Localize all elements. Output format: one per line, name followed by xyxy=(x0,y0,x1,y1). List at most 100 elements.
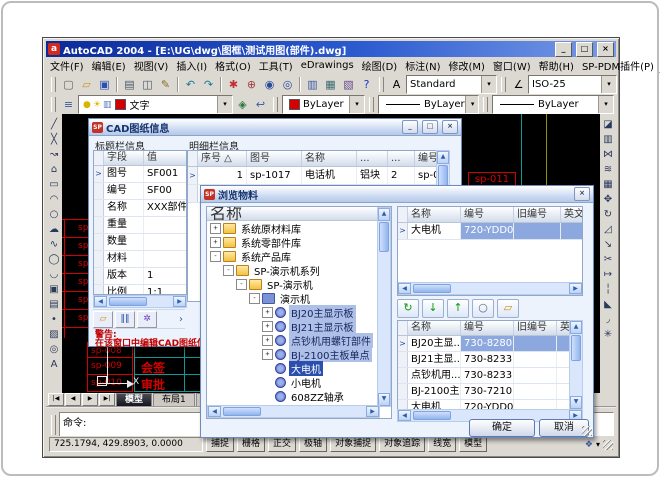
tab-last-button[interactable]: ▶| xyxy=(99,393,115,406)
menu-insert[interactable]: 插入(I) xyxy=(172,58,211,73)
pan-icon[interactable]: ✱ xyxy=(225,76,242,93)
make-layer-current-icon[interactable]: ◈ xyxy=(234,96,251,113)
table-row[interactable]: 比例 1:1 xyxy=(94,285,186,295)
scroll-left-icon[interactable]: ◀ xyxy=(208,406,221,417)
table-row[interactable]: BJ21主显... 730-8233... xyxy=(398,352,570,368)
properties-icon[interactable]: ▥ xyxy=(304,76,321,93)
plot-icon[interactable]: ▤ xyxy=(121,76,138,93)
ellipse-arc-icon[interactable]: ◡ xyxy=(47,267,62,282)
toolbar-overflow-icon[interactable]: › xyxy=(179,314,183,325)
toolbar-grip[interactable] xyxy=(379,77,384,92)
circle-icon[interactable]: ○ xyxy=(47,207,62,222)
layers-manager-icon[interactable]: ≡ xyxy=(60,96,77,113)
horizontal-scrollbar[interactable]: ◀ ▶ xyxy=(93,295,187,308)
expand-icon[interactable]: - xyxy=(249,293,260,304)
region-icon[interactable]: ◎ xyxy=(47,342,62,357)
lineweight-combo[interactable]: ByLayer ▾ xyxy=(492,95,614,114)
expand-icon[interactable]: + xyxy=(262,307,273,318)
scroll-up-icon[interactable]: ▲ xyxy=(437,151,449,164)
scrollbar-thumb[interactable] xyxy=(379,222,389,252)
expand-icon[interactable]: + xyxy=(262,321,273,332)
scrollbar-thumb[interactable] xyxy=(223,407,261,416)
expand-icon[interactable]: - xyxy=(210,251,221,262)
chevron-down-icon[interactable]: ▾ xyxy=(481,76,496,93)
table-row[interactable]: > 图号 SF001 xyxy=(94,166,186,183)
break-icon[interactable]: ╎ xyxy=(601,282,616,297)
chevron-down-icon[interactable]: ▾ xyxy=(349,96,364,113)
tree-item[interactable]: +BJ21主显示板 xyxy=(207,319,391,333)
rotate-icon[interactable]: ↻ xyxy=(601,207,616,222)
search-icon[interactable]: ○ xyxy=(472,299,494,318)
tree-item[interactable]: +系统零部件库 xyxy=(207,235,391,249)
toolbar-grip[interactable] xyxy=(51,97,56,112)
dialog-close-button[interactable]: × xyxy=(442,120,458,134)
undo-icon[interactable]: ↶ xyxy=(182,76,199,93)
menu-edrawings[interactable]: eDrawings xyxy=(297,60,358,71)
make-block-icon[interactable]: ▤ xyxy=(47,297,62,312)
zoom-previous-icon[interactable]: ◎ xyxy=(279,76,296,93)
zoom-realtime-icon[interactable]: ⊕ xyxy=(243,76,260,93)
table-row[interactable]: 编号 SF00 xyxy=(94,183,186,200)
table-row[interactable]: > 1 sp-1017 电话机 铝块 2 sp-017 xyxy=(188,167,436,185)
add-icon[interactable]: ✲ xyxy=(137,311,157,328)
trim-icon[interactable]: ✂ xyxy=(601,252,616,267)
ok-button[interactable]: 确定 xyxy=(469,419,535,437)
chevron-down-icon[interactable]: ▾ xyxy=(465,96,479,113)
menu-tools[interactable]: 工具(T) xyxy=(255,58,297,73)
tab-next-button[interactable]: ▶ xyxy=(82,393,98,406)
command-grip[interactable] xyxy=(51,415,56,435)
menu-draw[interactable]: 绘图(D) xyxy=(358,58,402,73)
horizontal-scrollbar[interactable]: ◀ ▶ xyxy=(398,282,582,295)
grid-toggle[interactable]: 栅格 xyxy=(237,437,265,452)
move-up-icon[interactable]: ↑ xyxy=(447,299,469,318)
layer-lock-icon[interactable]: ▥ xyxy=(103,100,112,110)
barcode-icon[interactable]: ‖‖ xyxy=(115,311,135,328)
tree-item[interactable]: -演示机 xyxy=(207,291,391,305)
chamfer-icon[interactable]: ◣ xyxy=(601,297,616,312)
point-icon[interactable]: • xyxy=(47,312,62,327)
construction-line-icon[interactable]: ╳ xyxy=(47,132,62,147)
menu-modify[interactable]: 修改(M) xyxy=(444,58,488,73)
resize-grip[interactable] xyxy=(603,440,613,450)
dialog-close-button[interactable]: × xyxy=(574,187,590,201)
dialog-maximize-button[interactable]: □ xyxy=(422,120,438,134)
minimize-button[interactable]: _ xyxy=(555,42,572,57)
toolbar-grip[interactable] xyxy=(51,77,56,92)
toolpalettes-icon[interactable]: ▧ xyxy=(340,76,357,93)
scroll-right-icon[interactable]: ▶ xyxy=(569,283,582,294)
toolbar-grip[interactable] xyxy=(273,97,278,112)
scroll-down-icon[interactable]: ▼ xyxy=(570,396,582,409)
tree-item[interactable]: +BJ-2100主板单点 xyxy=(207,347,391,361)
copy-icon[interactable]: ▥ xyxy=(601,132,616,147)
cad-info-titlebar[interactable]: SP CAD图纸信息 _ □ × xyxy=(89,119,461,136)
menu-help[interactable]: 帮助(H) xyxy=(535,58,578,73)
horizontal-scrollbar[interactable]: ◀ ▶ xyxy=(207,405,380,418)
comm-center-icon[interactable]: ❖ xyxy=(585,440,593,450)
polyline-icon[interactable]: ↝ xyxy=(47,147,62,162)
toolbar-grip[interactable] xyxy=(501,77,506,92)
insert-block-icon[interactable]: ▣ xyxy=(47,282,62,297)
table-row[interactable]: BJ-2100主... 730-7210... xyxy=(398,384,570,400)
expand-icon[interactable]: + xyxy=(210,223,221,234)
designcenter-icon[interactable]: ▦ xyxy=(322,76,339,93)
refresh-icon[interactable]: ↻ xyxy=(397,299,419,318)
dialog-minimize-button[interactable]: _ xyxy=(402,120,418,134)
table-row[interactable]: 点钞机用... 730-8233... xyxy=(398,368,570,384)
mtext-icon[interactable]: A xyxy=(47,357,62,372)
mirror-icon[interactable]: ⋈ xyxy=(601,147,616,162)
scrollbar-thumb[interactable] xyxy=(413,411,451,420)
polar-toggle[interactable]: 极轴 xyxy=(299,437,327,452)
scroll-left-icon[interactable]: ◀ xyxy=(398,410,411,421)
expand-icon[interactable]: + xyxy=(262,349,273,360)
extend-icon[interactable]: ↦ xyxy=(601,267,616,282)
move-icon[interactable]: ✥ xyxy=(601,192,616,207)
open-icon[interactable]: ▱ xyxy=(78,76,95,93)
close-button[interactable]: × xyxy=(597,42,614,57)
fillet-icon[interactable]: ◞ xyxy=(601,312,616,327)
vertical-scrollbar[interactable]: ▲ ▼ xyxy=(377,207,391,407)
menu-format[interactable]: 格式(O) xyxy=(211,58,255,73)
polygon-icon[interactable]: ⌂ xyxy=(47,162,62,177)
scrollbar-thumb[interactable] xyxy=(109,297,147,306)
explode-icon[interactable]: ✳ xyxy=(601,327,616,342)
ortho-toggle[interactable]: 正交 xyxy=(268,437,296,452)
